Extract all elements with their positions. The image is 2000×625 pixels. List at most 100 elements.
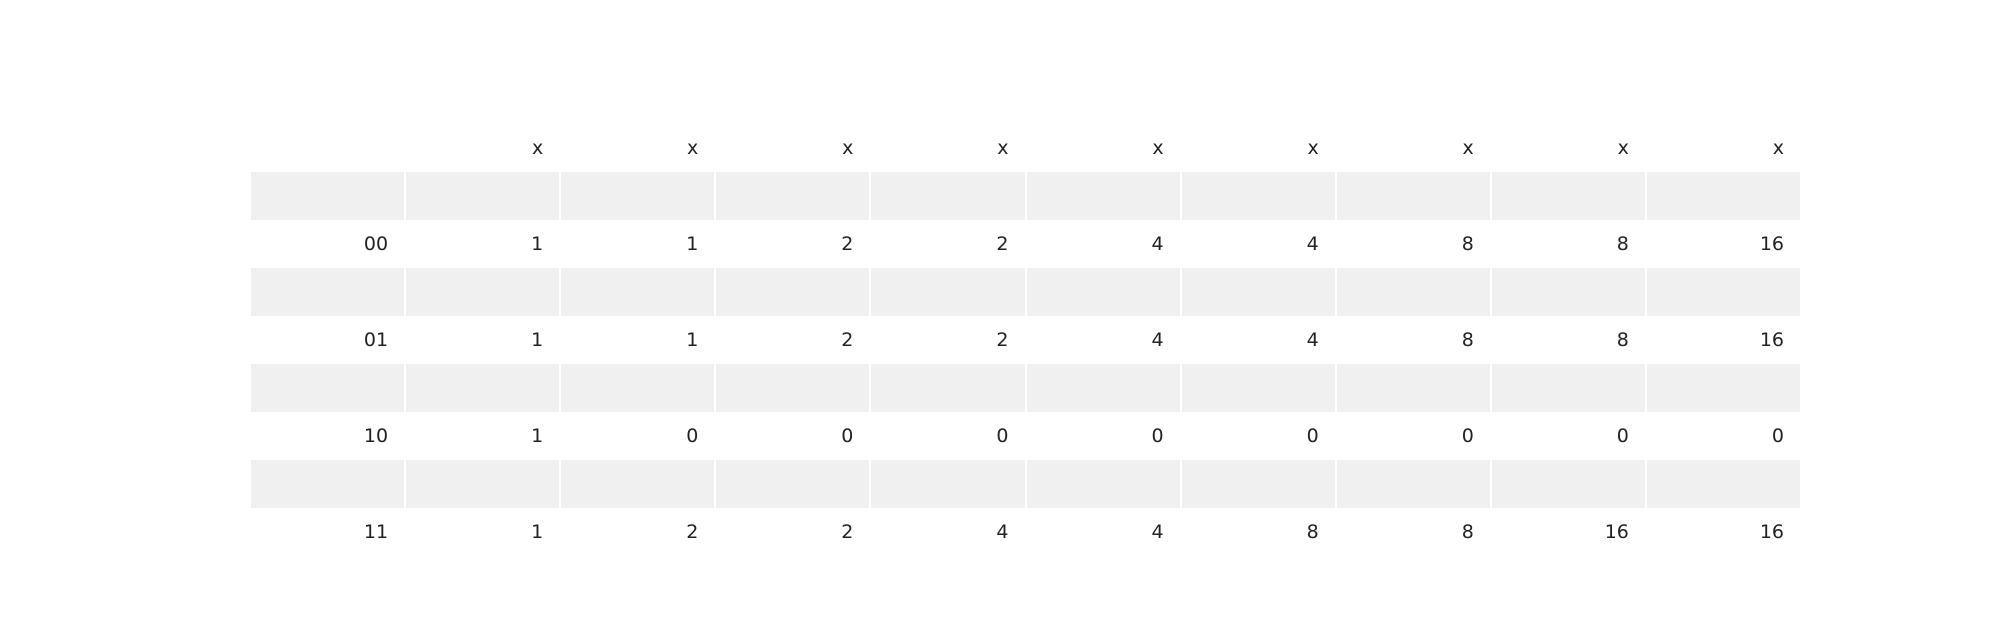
data-table: x x x x x x x x x 00 1 1 2 2 4 4 8 8 16 01 1 1 2 2 4 4 8 8 16 10 1 0 0 0 0… bbox=[251, 124, 1800, 556]
band-cell bbox=[251, 460, 405, 508]
column-header bbox=[251, 124, 404, 172]
band-cell bbox=[561, 268, 715, 316]
column-header: x bbox=[842, 137, 854, 159]
row-label: 01 bbox=[251, 316, 405, 364]
table-band-row bbox=[251, 172, 1800, 220]
table-cell: 2 bbox=[561, 508, 715, 556]
table-cell: 1 bbox=[561, 316, 715, 364]
table-header-row: xxxxxxxxx bbox=[251, 124, 1800, 172]
table-cell: 2 bbox=[871, 316, 1025, 364]
band-cell bbox=[1181, 268, 1335, 316]
band-cell bbox=[716, 460, 870, 508]
column-header: x bbox=[1307, 137, 1319, 159]
table-cell: 16 bbox=[1646, 220, 1800, 268]
band-cell bbox=[1181, 460, 1335, 508]
table-cell: 8 bbox=[1336, 508, 1490, 556]
band-cell bbox=[1181, 364, 1335, 412]
band-cell bbox=[1336, 460, 1490, 508]
band-cell bbox=[1646, 268, 1800, 316]
table-cell: 8 bbox=[1181, 508, 1335, 556]
table-cell: 4 bbox=[1026, 508, 1180, 556]
column-header: x bbox=[1152, 137, 1164, 159]
table-cell: 8 bbox=[1336, 316, 1490, 364]
band-cell bbox=[871, 364, 1025, 412]
band-cell bbox=[716, 268, 870, 316]
table-cell: 8 bbox=[1336, 220, 1490, 268]
band-cell bbox=[1491, 172, 1645, 220]
table-cell: 8 bbox=[1491, 220, 1645, 268]
band-cell bbox=[1336, 364, 1490, 412]
band-cell bbox=[1646, 172, 1800, 220]
table-cell: 1 bbox=[406, 220, 560, 268]
band-cell bbox=[251, 172, 405, 220]
table-row: 00 1 1 2 2 4 4 8 8 16 bbox=[251, 220, 1800, 268]
table-cell: 1 bbox=[561, 220, 715, 268]
table-cell: 4 bbox=[871, 508, 1025, 556]
band-cell bbox=[251, 268, 405, 316]
table-row: 01 1 1 2 2 4 4 8 8 16 bbox=[251, 316, 1800, 364]
band-cell bbox=[1336, 172, 1490, 220]
band-cell bbox=[1026, 460, 1180, 508]
table-cell: 4 bbox=[1181, 316, 1335, 364]
band-cell bbox=[561, 364, 715, 412]
table-band-row bbox=[251, 364, 1800, 412]
band-cell bbox=[1026, 364, 1180, 412]
band-cell bbox=[406, 172, 560, 220]
column-header: x bbox=[531, 137, 544, 159]
band-cell bbox=[871, 172, 1025, 220]
table-cell: 4 bbox=[1026, 316, 1180, 364]
table-cell: 16 bbox=[1646, 316, 1800, 364]
row-label: 11 bbox=[251, 508, 405, 556]
table-cell: 0 bbox=[1336, 412, 1490, 460]
table-band-row bbox=[251, 460, 1800, 508]
row-label: 00 bbox=[251, 220, 405, 268]
table-cell: 1 bbox=[406, 316, 560, 364]
table-cell: 0 bbox=[561, 412, 715, 460]
table-cell: 2 bbox=[871, 220, 1025, 268]
band-cell bbox=[1491, 460, 1645, 508]
table-cell: 0 bbox=[1026, 412, 1180, 460]
table-band-row bbox=[251, 268, 1800, 316]
table-cell: 2 bbox=[716, 220, 870, 268]
band-cell bbox=[1336, 268, 1490, 316]
band-cell bbox=[871, 460, 1025, 508]
column-header: x bbox=[687, 137, 699, 159]
table-cell: 4 bbox=[1181, 220, 1335, 268]
table-cell: 0 bbox=[1181, 412, 1335, 460]
band-cell bbox=[406, 268, 560, 316]
band-cell bbox=[561, 460, 715, 508]
table-cell: 0 bbox=[871, 412, 1025, 460]
band-cell bbox=[406, 460, 560, 508]
column-header: x bbox=[1772, 137, 1784, 159]
band-cell bbox=[561, 172, 715, 220]
table-cell: 4 bbox=[1026, 220, 1180, 268]
band-cell bbox=[1646, 364, 1800, 412]
table-row: 11 1 2 2 4 4 8 8 16 16 bbox=[251, 508, 1800, 556]
row-label: 10 bbox=[251, 412, 405, 460]
column-header: x bbox=[1462, 137, 1474, 159]
band-cell bbox=[1491, 364, 1645, 412]
table-cell: 16 bbox=[1646, 508, 1800, 556]
band-cell bbox=[1646, 460, 1800, 508]
band-cell bbox=[1026, 268, 1180, 316]
table-cell: 0 bbox=[1646, 412, 1800, 460]
band-cell bbox=[1026, 172, 1180, 220]
table-row: 10 1 0 0 0 0 0 0 0 0 bbox=[251, 412, 1800, 460]
table-cell: 0 bbox=[1491, 412, 1645, 460]
column-header: x bbox=[997, 137, 1009, 159]
band-cell bbox=[716, 172, 870, 220]
column-header: x bbox=[1617, 137, 1629, 159]
table-cell: 1 bbox=[406, 412, 560, 460]
band-cell bbox=[406, 364, 560, 412]
band-cell bbox=[1491, 268, 1645, 316]
table-cell: 0 bbox=[716, 412, 870, 460]
band-cell bbox=[251, 364, 405, 412]
table-cell: 2 bbox=[716, 508, 870, 556]
table-cell: 1 bbox=[406, 508, 560, 556]
band-cell bbox=[871, 268, 1025, 316]
band-cell bbox=[716, 364, 870, 412]
table-cell: 8 bbox=[1491, 316, 1645, 364]
table-cell: 16 bbox=[1491, 508, 1645, 556]
table-cell: 2 bbox=[716, 316, 870, 364]
band-cell bbox=[1181, 172, 1335, 220]
